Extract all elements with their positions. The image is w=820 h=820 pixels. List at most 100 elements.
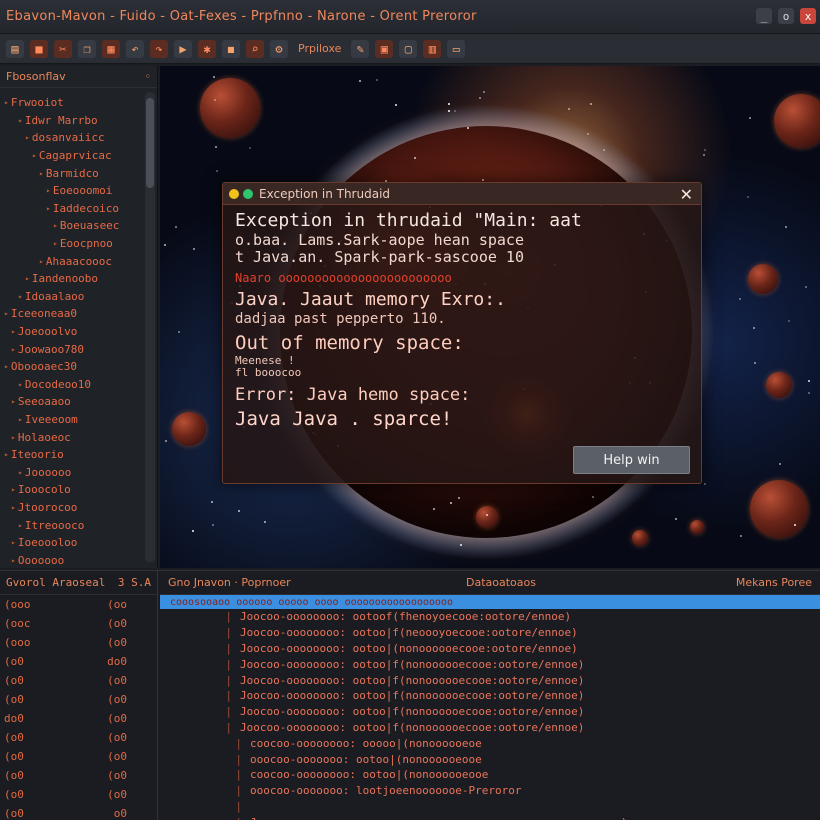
tree-item[interactable]: ▸ Boeuaseec [0, 217, 157, 235]
search-icon[interactable]: ⌕ [246, 39, 264, 58]
tree-item[interactable]: ▸ Ooooooo [0, 551, 157, 569]
close-icon[interactable]: x [800, 8, 816, 24]
tree-item[interactable]: ▸ Cagaprvicac [0, 147, 157, 165]
tree-item[interactable]: ▸ Barmidco [0, 164, 157, 182]
chevron-right-icon[interactable]: ▸ [11, 556, 16, 565]
tab-markers[interactable]: Mekans Poree [736, 576, 812, 589]
tree-item[interactable]: ▸ Iteoorio [0, 446, 157, 464]
variable-row[interactable]: (ooo (o0 [0, 633, 157, 652]
console-selected-line[interactable]: cooosooaoo oooooo ooooo oooo ooooooooooo… [160, 595, 820, 609]
build-icon[interactable]: ⚙ [270, 39, 288, 58]
chevron-right-icon[interactable]: ▸ [39, 169, 44, 178]
star [587, 133, 589, 135]
chevron-right-icon[interactable]: ▸ [11, 345, 16, 354]
chevron-right-icon[interactable]: ▸ [18, 521, 23, 530]
help-button[interactable]: Help win [573, 446, 690, 474]
tool-icon[interactable]: ✎ [351, 39, 370, 58]
tree-item[interactable]: ▸ Iaddecoico [0, 200, 157, 218]
chevron-right-icon[interactable]: ▸ [11, 327, 16, 336]
tree-item[interactable]: ▸ Oboooaec30 [0, 358, 157, 376]
chevron-right-icon[interactable]: ▸ [11, 538, 16, 547]
variable-row[interactable]: (o0 (o0 [0, 785, 157, 804]
cut-icon[interactable]: ✂ [54, 39, 72, 58]
chevron-right-icon[interactable]: ▸ [4, 450, 9, 459]
run-icon[interactable]: ▶ [174, 39, 192, 58]
chevron-right-icon[interactable]: ▸ [4, 362, 9, 371]
tree-item[interactable]: ▸ Iceeoneaa0 [0, 305, 157, 323]
tree-item[interactable]: ▸ Joeooolvo [0, 323, 157, 341]
variable-row[interactable]: do0 (o0 [0, 709, 157, 728]
maximize-icon[interactable]: o [778, 8, 794, 24]
tree-item[interactable]: ▸ Itreoooco [0, 516, 157, 534]
chevron-right-icon[interactable]: ▸ [11, 503, 16, 512]
save-icon[interactable]: ■ [30, 39, 48, 58]
variable-row[interactable]: (o0 (o0 [0, 766, 157, 785]
chevron-right-icon[interactable]: ▸ [11, 485, 16, 494]
tree-item[interactable]: ▸ Joowaoo780 [0, 340, 157, 358]
tree-item[interactable]: ▸ Iveeeoom [0, 411, 157, 429]
tree-item[interactable]: ▸ Docodeoo10 [0, 376, 157, 394]
console-icon[interactable]: ▭ [447, 39, 466, 58]
tree-item[interactable]: ▸ Frwooiot [0, 94, 157, 112]
undo-icon[interactable]: ↶ [126, 39, 144, 58]
variable-row[interactable]: (ooc (o0 [0, 614, 157, 633]
variable-row[interactable]: (o0 (o0 [0, 671, 157, 690]
tree-item[interactable]: ▸ Ahaaacoooc [0, 252, 157, 270]
stop-icon[interactable]: ◼ [222, 39, 240, 58]
chevron-right-icon[interactable]: ▸ [46, 204, 51, 213]
star [238, 510, 240, 512]
debug-icon[interactable]: ✱ [198, 39, 216, 58]
chevron-right-icon[interactable]: ▸ [25, 274, 30, 283]
chevron-right-icon[interactable]: ▸ [11, 397, 16, 406]
minimize-icon[interactable]: _ [756, 8, 772, 24]
chevron-right-icon[interactable]: ▸ [18, 292, 23, 301]
tree-item[interactable]: ▸ dosanvaiicc [0, 129, 157, 147]
tree-item[interactable]: ▸ Idoaalaoo [0, 288, 157, 306]
paste-icon[interactable]: ▦ [102, 39, 120, 58]
window-icon[interactable]: ▢ [399, 39, 418, 58]
chevron-right-icon[interactable]: ▸ [11, 433, 16, 442]
collapse-icon[interactable]: ◦ [145, 70, 152, 83]
tree-item[interactable]: ▸ Idwr Marrbo [0, 112, 157, 130]
maximize-dot-icon[interactable] [243, 188, 253, 199]
terminal-icon[interactable]: ▣ [375, 39, 394, 58]
tree-item[interactable]: ▸ Iandenoobo [0, 270, 157, 288]
layout-icon[interactable]: ▥ [423, 39, 442, 58]
chevron-right-icon[interactable]: ▸ [4, 309, 9, 318]
chevron-right-icon[interactable]: ▸ [25, 133, 30, 142]
copy-icon[interactable]: ❐ [78, 39, 96, 58]
tab-data[interactable]: Dataoatoaos [466, 576, 536, 589]
redo-icon[interactable]: ↷ [150, 39, 168, 58]
chevron-right-icon[interactable]: ▸ [18, 415, 23, 424]
folder-icon[interactable]: ▤ [6, 39, 24, 58]
dialog-close-icon[interactable]: ✕ [680, 185, 693, 204]
variable-row[interactable]: (ooo (oo [0, 595, 157, 614]
tree-item[interactable]: ▸ Eoocpnoo [0, 235, 157, 253]
variable-row[interactable]: (o0 do0 [0, 652, 157, 671]
tree-item[interactable]: ▸ Eoeooomoi [0, 182, 157, 200]
tree-item[interactable]: ▸ Seeoaaoo [0, 393, 157, 411]
variable-row[interactable]: (o0 (o0 [0, 728, 157, 747]
chevron-right-icon[interactable]: ▸ [18, 116, 23, 125]
chevron-right-icon[interactable]: ▸ [53, 221, 58, 230]
chevron-right-icon[interactable]: ▸ [53, 239, 58, 248]
tree-item[interactable]: ▸ Ioeoooloo [0, 534, 157, 552]
chevron-right-icon[interactable]: ▸ [46, 186, 51, 195]
variable-row[interactable]: (o0 (o0 [0, 690, 157, 709]
explorer-scrollbar[interactable] [145, 92, 155, 562]
variables-badge[interactable]: 3 S.A [118, 576, 151, 589]
explorer-scroll-thumb[interactable] [146, 98, 154, 188]
tree-item[interactable]: ▸ Iooocolo [0, 481, 157, 499]
tab-console[interactable]: Gno Jnavon · Poprnoer [168, 576, 291, 589]
tree-item[interactable]: ▸ Jtoorocoo [0, 499, 157, 517]
chevron-right-icon[interactable]: ▸ [32, 151, 37, 160]
chevron-right-icon[interactable]: ▸ [18, 380, 23, 389]
variable-row[interactable]: (o0 (o0 [0, 747, 157, 766]
chevron-right-icon[interactable]: ▸ [39, 257, 44, 266]
variable-row[interactable]: (o0 o0 [0, 804, 157, 820]
chevron-right-icon[interactable]: ▸ [4, 98, 9, 107]
tree-item[interactable]: ▸ Joooooo [0, 463, 157, 481]
tree-item[interactable]: ▸ Holaoeoc [0, 428, 157, 446]
minimize-dot-icon[interactable] [229, 188, 239, 199]
chevron-right-icon[interactable]: ▸ [18, 468, 23, 477]
